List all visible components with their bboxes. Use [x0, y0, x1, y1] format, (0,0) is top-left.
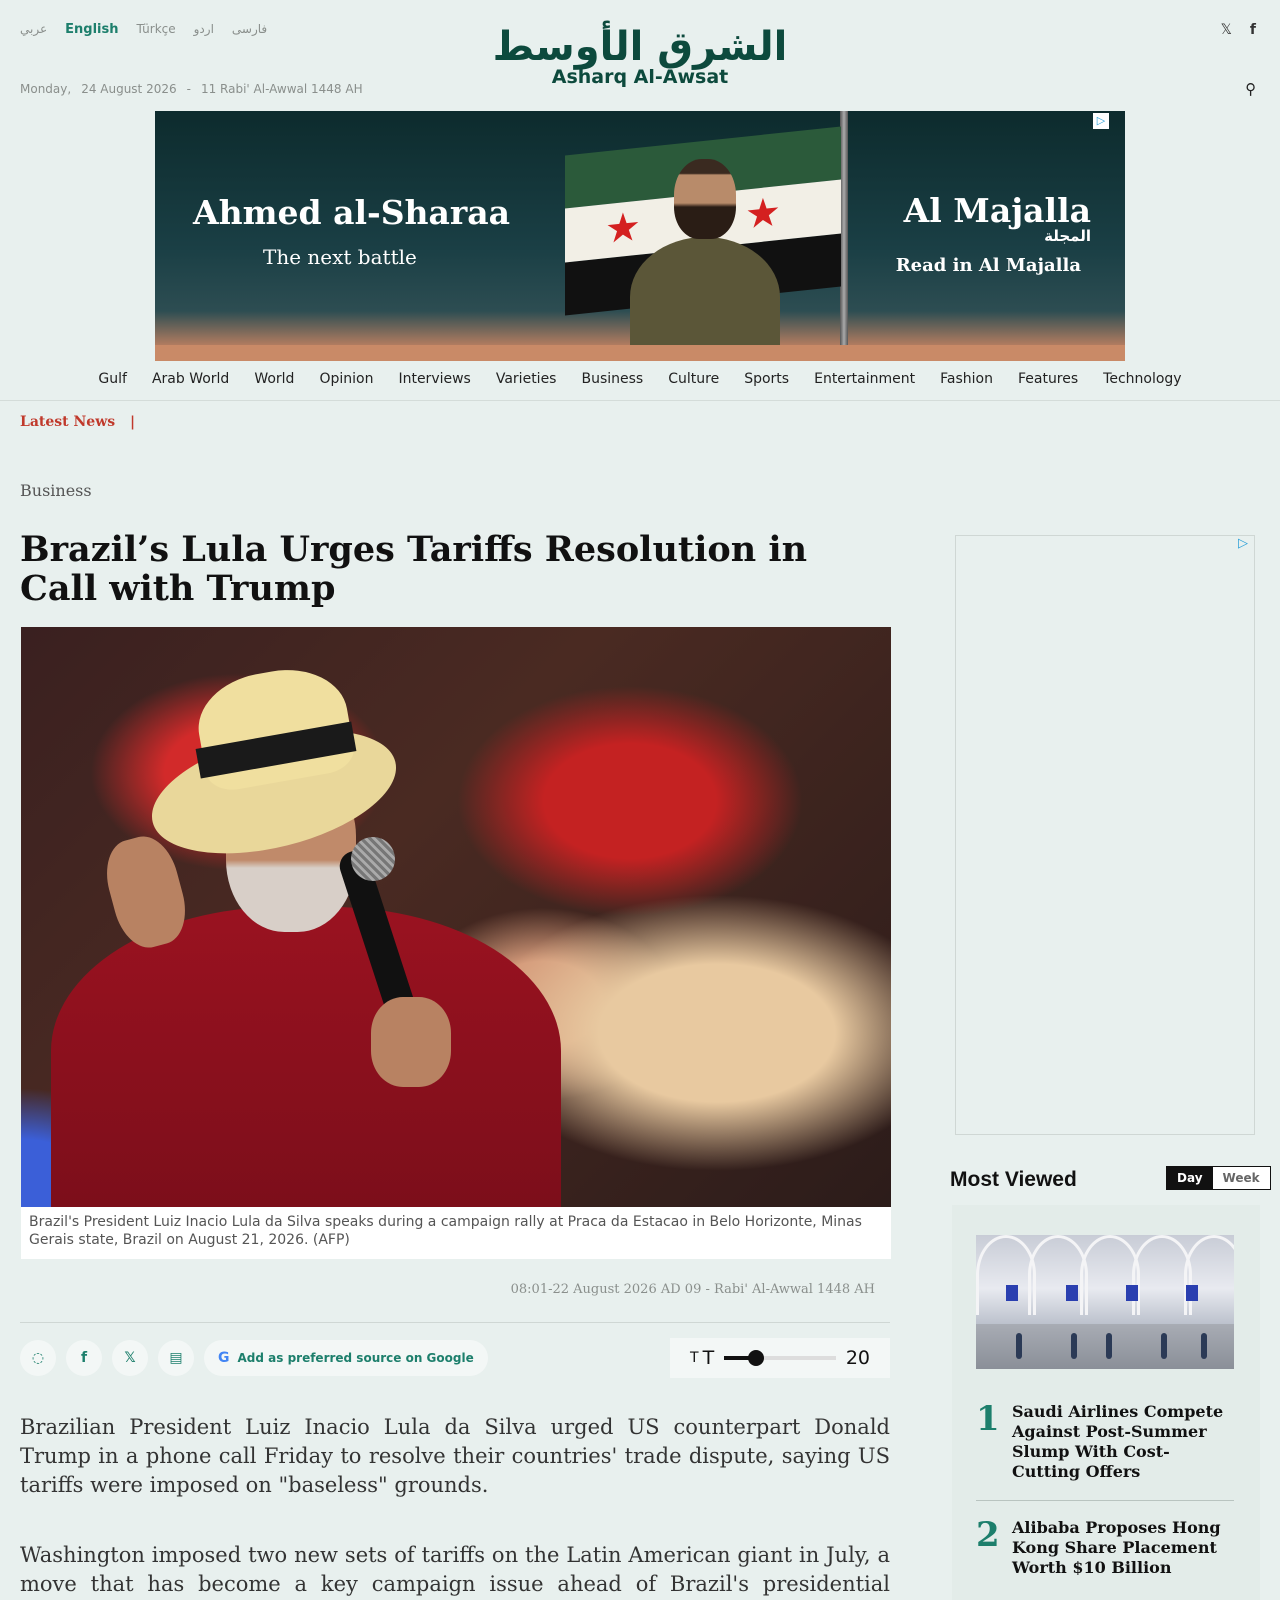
most-viewed-headline: Alibaba Proposes Hong Kong Share Placeme…	[1012, 1518, 1221, 1577]
google-icon: G	[218, 1350, 230, 1366]
most-viewed-toggle: Day Week	[1166, 1166, 1271, 1190]
article-timestamp: 08:01-22 August 2026 AD 09 - Rabi' Al-Aw…	[510, 1282, 875, 1297]
share-bar: ◌ f 𝕏 ▤ G Add as preferred source on Goo…	[20, 1340, 488, 1376]
ad-choices-icon[interactable]: ▷	[1093, 113, 1109, 129]
search-icon[interactable]: ⚲	[1245, 80, 1256, 98]
sidebar-ad[interactable]: ▷	[955, 535, 1255, 1135]
article-hero-image	[21, 627, 891, 1207]
nav-interviews[interactable]: Interviews	[398, 371, 470, 387]
whatsapp-icon[interactable]: ◌	[20, 1340, 56, 1376]
nav-varieties[interactable]: Varieties	[496, 371, 557, 387]
section-label[interactable]: Business	[20, 481, 92, 500]
facebook-icon[interactable]: f	[1250, 22, 1256, 38]
article-paragraph: Washington imposed two new sets of tarif…	[20, 1543, 890, 1596]
font-size-large-icon: T	[702, 1347, 715, 1369]
banner-left-title: Ahmed al-Sharaa	[193, 193, 511, 232]
x-icon[interactable]: 𝕏	[1221, 22, 1232, 38]
banner-right-title: Al Majalla	[903, 191, 1091, 230]
nav-features[interactable]: Features	[1018, 371, 1078, 387]
nav-divider	[0, 400, 1280, 401]
facebook-share-icon[interactable]: f	[66, 1340, 102, 1376]
portrait-graphic	[630, 159, 780, 359]
date-line: Monday, 24 August 2026 - 11 Rabi' Al-Aww…	[20, 82, 363, 96]
date-separator: -	[186, 82, 191, 96]
nav-sports[interactable]: Sports	[744, 371, 789, 387]
nav-fashion[interactable]: Fashion	[940, 371, 993, 387]
nav-world[interactable]: World	[254, 371, 294, 387]
nav-business[interactable]: Business	[581, 371, 643, 387]
toggle-day[interactable]: Day	[1167, 1167, 1213, 1189]
font-size-control: T T 20	[670, 1338, 890, 1378]
nav-opinion[interactable]: Opinion	[319, 371, 373, 387]
date-weekday: Monday,	[20, 82, 72, 96]
font-size-slider-knob[interactable]	[748, 1350, 765, 1366]
nav-gulf[interactable]: Gulf	[98, 371, 127, 387]
nav-technology[interactable]: Technology	[1103, 371, 1181, 387]
image-caption: Brazil's President Luiz Inacio Lula da S…	[21, 1207, 891, 1259]
font-size-small-icon: T	[690, 1350, 699, 1366]
google-preferred-source-button[interactable]: G Add as preferred source on Google	[204, 1340, 488, 1376]
most-viewed-item[interactable]: 1 Saudi Airlines Compete Against Post-Su…	[976, 1402, 1234, 1482]
latest-news-separator: |	[130, 414, 136, 430]
ad-choices-icon[interactable]: ▷	[1232, 536, 1254, 554]
google-preferred-source-label: Add as preferred source on Google	[237, 1351, 474, 1365]
most-viewed-image[interactable]	[976, 1235, 1234, 1369]
main-nav: Gulf Arab World World Opinion Interviews…	[0, 371, 1280, 387]
social-links: 𝕏 f	[1221, 22, 1256, 38]
site-logo[interactable]: الشرق الأوسط Asharq Al-Awsat	[0, 22, 1280, 88]
banner-left-subtitle: The next battle	[263, 245, 417, 269]
flag-pole	[840, 111, 848, 351]
banner-right-arabic: المجلة	[1044, 227, 1091, 245]
toggle-week[interactable]: Week	[1212, 1167, 1270, 1189]
logo-arabic: الشرق الأوسط	[493, 22, 788, 72]
print-icon[interactable]: ▤	[158, 1340, 194, 1376]
article-divider	[20, 1322, 890, 1323]
latest-news-label: Latest News	[20, 414, 116, 430]
article-headline: Brazil’s Lula Urges Tariffs Resolution i…	[20, 529, 808, 609]
latest-news-ticker[interactable]: Latest News |	[20, 414, 135, 430]
font-size-value: 20	[845, 1347, 870, 1369]
x-share-icon[interactable]: 𝕏	[112, 1340, 148, 1376]
article-paragraph: Brazilian President Luiz Inacio Lula da …	[20, 1415, 890, 1497]
banner-ad[interactable]: ★ ★ Ahmed al-Sharaa The next battle Al Ma…	[155, 111, 1125, 361]
font-size-slider[interactable]	[724, 1350, 836, 1366]
most-viewed-divider	[976, 1500, 1234, 1501]
banner-right-subtitle: Read in Al Majalla	[895, 255, 1081, 276]
nav-entertainment[interactable]: Entertainment	[814, 371, 915, 387]
date-gregorian: 24 August 2026	[81, 82, 177, 96]
most-viewed-item[interactable]: 2 Alibaba Proposes Hong Kong Share Place…	[976, 1518, 1234, 1578]
most-viewed-headline: Saudi Airlines Compete Against Post-Summ…	[1012, 1402, 1224, 1481]
most-viewed-title: Most Viewed	[950, 1168, 1077, 1191]
logo-arabic-text: الشرق الأوسط	[492, 24, 788, 70]
nav-arab-world[interactable]: Arab World	[152, 371, 229, 387]
most-viewed-rank: 2	[976, 1515, 1000, 1555]
date-hijri: 11 Rabi' Al-Awwal 1448 AH	[200, 82, 363, 96]
nav-culture[interactable]: Culture	[668, 371, 719, 387]
most-viewed-rank: 1	[976, 1399, 1000, 1439]
